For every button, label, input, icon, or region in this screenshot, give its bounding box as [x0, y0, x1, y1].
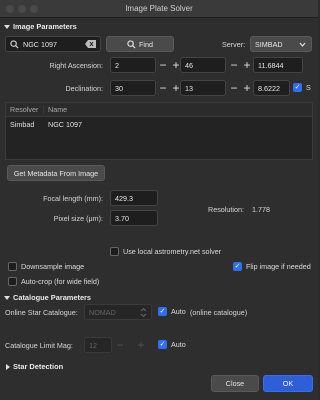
dec-degrees-field[interactable]: 30 [110, 80, 156, 96]
ra-minutes-increment-button[interactable]: + [241, 59, 253, 71]
close-button[interactable]: Close [211, 375, 259, 392]
get-metadata-button[interactable]: Get Metadata From Image [7, 165, 105, 181]
plate-solver-window: Image Plate Solver Image Parameters NGC … [0, 0, 318, 400]
limit-mag-increment-button[interactable]: + [135, 339, 147, 351]
window-title: Image Plate Solver [125, 4, 193, 13]
south-checkbox[interactable] [293, 83, 302, 92]
pixel-size-label: Pixel size (μm): [53, 214, 103, 223]
dec-label: Declination: [65, 84, 103, 93]
resolver-table: Resolver Name Simbad NGC 1097 [5, 102, 313, 160]
ra-seconds-value: 11.6844 [258, 60, 284, 70]
flip-checkbox[interactable] [233, 262, 242, 271]
ra-seconds-field[interactable]: 11.6844 [253, 57, 303, 73]
limit-mag-value: 12 [89, 340, 97, 350]
dec-seconds-field[interactable]: 8.6222 [253, 80, 290, 96]
expand-triangle-icon [6, 364, 10, 371]
south-checkbox-row[interactable]: S [293, 83, 311, 92]
image-parameters-header[interactable]: Image Parameters [4, 22, 77, 31]
flip-label: Flip image if needed [246, 262, 311, 271]
ra-hours-decrement-button[interactable]: − [157, 59, 169, 71]
limit-mag-auto-label: Auto [171, 340, 186, 349]
dec-minutes-value: 13 [185, 83, 193, 93]
autocrop-label: Auto-crop (for wide field) [21, 277, 100, 286]
resolution-label: Resolution: [208, 205, 244, 214]
server-select[interactable]: SIMBAD [250, 36, 312, 52]
limit-mag-field[interactable]: 12 [84, 337, 112, 353]
object-search-value: NGC 1097 [23, 39, 57, 49]
online-catalogue-auto-option[interactable]: Auto [158, 307, 186, 316]
ra-minutes-field[interactable]: 46 [180, 57, 226, 73]
downsample-option[interactable]: Downsample image [8, 262, 84, 271]
collapse-triangle-icon [4, 25, 10, 30]
focal-length-field[interactable]: 429.3 [110, 190, 158, 206]
find-label: Find [139, 39, 153, 49]
ok-button[interactable]: OK [263, 375, 313, 392]
dec-degrees-value: 30 [115, 83, 123, 93]
ra-label: Right Ascension: [49, 61, 103, 70]
limit-mag-label: Catalogue Limit Mag: [5, 341, 73, 350]
local-solver-checkbox[interactable] [110, 247, 119, 256]
clear-text-icon[interactable] [85, 40, 96, 48]
online-catalogue-note: (online catalogue) [190, 308, 248, 317]
image-parameters-label: Image Parameters [13, 22, 77, 31]
focal-length-label: Focal length (mm): [43, 194, 103, 203]
dec-seconds-value: 8.6222 [258, 83, 280, 93]
updown-icon [140, 307, 147, 317]
search-icon [127, 39, 136, 49]
title-bar: Image Plate Solver [0, 0, 318, 18]
online-catalogue-auto-checkbox[interactable] [158, 307, 167, 316]
limit-mag-auto-option[interactable]: Auto [158, 340, 186, 349]
dec-minutes-field[interactable]: 13 [180, 80, 226, 96]
flip-option[interactable]: Flip image if needed [233, 262, 311, 271]
downsample-checkbox[interactable] [8, 262, 17, 271]
pixel-size-field[interactable]: 3.70 [110, 210, 158, 226]
chevron-down-icon [299, 42, 306, 47]
online-catalogue-value: NOMAD [89, 307, 116, 317]
collapse-triangle-icon [4, 296, 10, 301]
star-detection-label: Star Detection [13, 362, 64, 371]
local-solver-option[interactable]: Use local astrometry.net solver [110, 247, 221, 256]
autocrop-option[interactable]: Auto-crop (for wide field) [8, 277, 99, 286]
col-resolver-header[interactable]: Resolver [6, 105, 44, 114]
catalogue-parameters-header[interactable]: Catalogue Parameters [4, 293, 91, 302]
ra-minutes-decrement-button[interactable]: − [228, 59, 240, 71]
col-name-header[interactable]: Name [44, 105, 67, 114]
row-name: NGC 1097 [48, 119, 82, 129]
dec-minutes-decrement-button[interactable]: − [228, 82, 240, 94]
downsample-label: Downsample image [21, 262, 85, 271]
focal-length-value: 429.3 [115, 193, 133, 203]
autocrop-checkbox[interactable] [8, 277, 17, 286]
catalogue-parameters-label: Catalogue Parameters [13, 293, 92, 302]
ra-hours-field[interactable]: 2 [110, 57, 156, 73]
online-catalogue-auto-label: Auto [171, 307, 186, 316]
search-icon [10, 39, 19, 49]
online-catalogue-select[interactable]: NOMAD [84, 304, 152, 320]
online-catalogue-label: Online Star Catalogue: [5, 308, 78, 317]
row-resolver: Simbad [10, 119, 35, 129]
find-button[interactable]: Find [106, 36, 174, 52]
south-label: S [306, 83, 311, 92]
limit-mag-decrement-button[interactable]: − [114, 339, 126, 351]
dec-degrees-decrement-button[interactable]: − [157, 82, 169, 94]
resolution-value: 1.778 [252, 205, 270, 214]
server-value: SIMBAD [255, 39, 283, 49]
limit-mag-auto-checkbox[interactable] [158, 340, 167, 349]
table-header: Resolver Name [6, 103, 312, 117]
star-detection-header[interactable]: Star Detection [6, 362, 63, 371]
object-search-field[interactable]: NGC 1097 [5, 36, 101, 52]
table-row[interactable]: Simbad NGC 1097 [6, 117, 312, 131]
server-label: Server: [222, 40, 246, 49]
ra-hours-value: 2 [115, 60, 119, 70]
ra-minutes-value: 46 [185, 60, 193, 70]
pixel-size-value: 3.70 [115, 213, 129, 223]
dec-minutes-increment-button[interactable]: + [241, 82, 253, 94]
local-solver-label: Use local astrometry.net solver [123, 247, 222, 256]
